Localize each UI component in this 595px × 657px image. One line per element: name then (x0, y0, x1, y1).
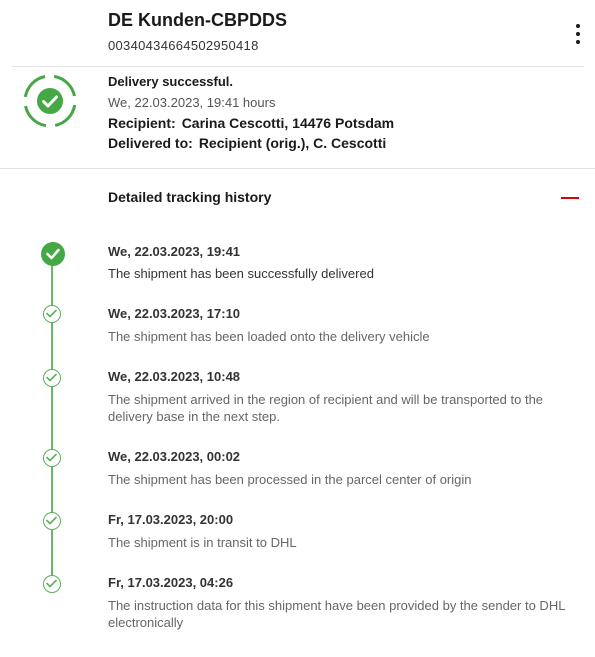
shipment-title: DE Kunden-CBPDDS (108, 10, 287, 30)
check-circle-icon (43, 512, 61, 530)
event-date: We, 22.03.2023, 17:10 (108, 306, 241, 321)
tracking-number: 00340434664502950418 (108, 38, 259, 53)
delivered-to-value: Recipient (orig.), C. Cescotti (198, 135, 387, 151)
event-description: The shipment has been loaded onto the de… (108, 329, 430, 344)
recipient-line: Recipient: Carina Cescotti, 14476 Potsdam (108, 115, 394, 131)
event-date: We, 22.03.2023, 10:48 (108, 369, 241, 384)
history-title: Detailed tracking history (108, 189, 272, 205)
recipient-value: Carina Cescotti, 14476 Potsdam (181, 115, 395, 131)
delivered-to-label: Delivered to: (108, 135, 193, 151)
more-options-button[interactable] (566, 22, 590, 46)
check-circle-icon (43, 575, 61, 593)
collapse-history-button[interactable] (560, 190, 580, 206)
event-description: The shipment is in transit to DHL (108, 535, 297, 550)
delivery-status-title: Delivery successful. (108, 74, 234, 89)
event-date: We, 22.03.2023, 19:41 (108, 244, 241, 259)
event-description: The instruction data for this shipment h… (108, 598, 565, 630)
event-description: The shipment has been successfully deliv… (108, 266, 374, 281)
shipment-header: DE Kunden-CBPDDS 00340434664502950418 (0, 0, 595, 66)
check-circle-icon (43, 305, 61, 323)
event-date: We, 22.03.2023, 00:02 (108, 449, 241, 464)
event-description: The shipment has been processed in the p… (108, 472, 472, 487)
more-vertical-icon (576, 24, 580, 28)
check-circle-icon (41, 242, 65, 266)
check-circle-icon (43, 449, 61, 467)
check-circle-icon (43, 369, 61, 387)
recipient-label: Recipient: (108, 115, 176, 131)
status-divider (0, 168, 595, 169)
delivery-status-time: We, 22.03.2023, 19:41 hours (108, 95, 276, 110)
event-description: The shipment arrived in the region of re… (108, 392, 544, 424)
event-date: Fr, 17.03.2023, 20:00 (108, 512, 234, 527)
timeline-line (51, 253, 53, 584)
delivered-to-line: Delivered to: Recipient (orig.), C. Cesco… (108, 135, 386, 151)
event-date: Fr, 17.03.2023, 04:26 (108, 575, 234, 590)
check-circle-icon (22, 73, 78, 129)
header-divider (12, 66, 584, 67)
